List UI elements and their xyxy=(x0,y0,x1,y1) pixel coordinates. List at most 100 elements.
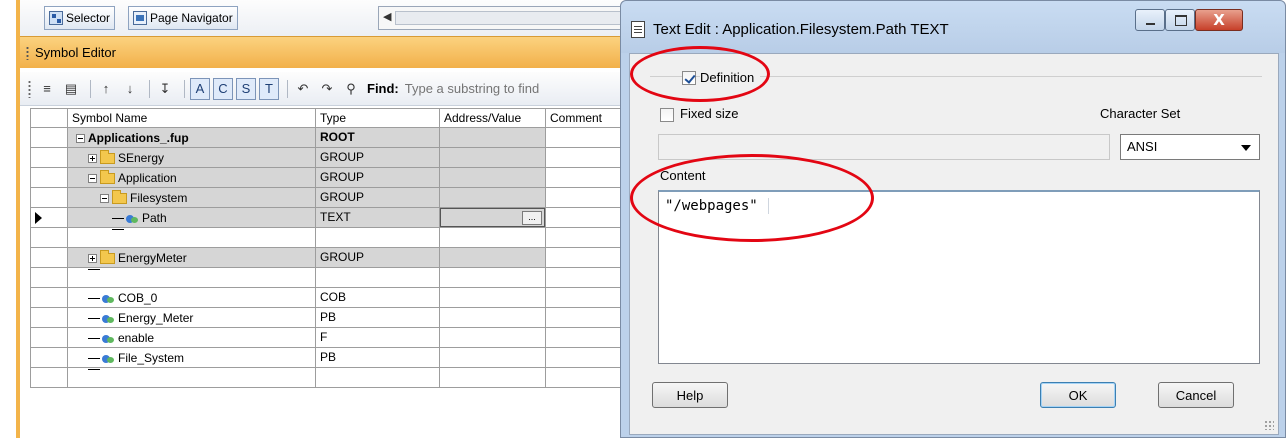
column-header-type[interactable]: Type xyxy=(316,108,440,128)
row-header[interactable] xyxy=(30,208,68,228)
row-header[interactable] xyxy=(30,368,68,388)
collapse-icon[interactable] xyxy=(88,174,97,183)
maximize-button[interactable] xyxy=(1165,9,1195,31)
cell-name[interactable]: EnergyMeter xyxy=(68,248,316,268)
toolbar-grip-icon[interactable] xyxy=(28,79,31,98)
cell-name[interactable] xyxy=(68,368,316,388)
scroll-thumb[interactable] xyxy=(395,11,635,25)
cell-name[interactable]: Applications_.fup xyxy=(68,128,316,148)
tree-connector xyxy=(88,269,100,270)
content-textarea[interactable]: "/webpages" xyxy=(658,190,1260,364)
cell-type[interactable]: COB xyxy=(316,288,440,308)
cell-name[interactable] xyxy=(68,228,316,248)
cell-type[interactable] xyxy=(316,228,440,248)
help-button[interactable]: Help xyxy=(652,382,728,408)
row-header[interactable] xyxy=(30,248,68,268)
cell-type[interactable]: PB xyxy=(316,348,440,368)
row-header[interactable] xyxy=(30,348,68,368)
cell-address[interactable] xyxy=(440,268,546,288)
symbol-icon xyxy=(102,314,114,324)
cell-name[interactable]: SEnergy xyxy=(68,148,316,168)
cell-type[interactable]: GROUP xyxy=(316,188,440,208)
redo-icon[interactable]: ↷ xyxy=(317,78,337,100)
row-header[interactable] xyxy=(30,148,68,168)
cell-address[interactable] xyxy=(440,228,546,248)
cell-name[interactable]: Filesystem xyxy=(68,188,316,208)
collapse-icon[interactable] xyxy=(76,134,85,143)
tab-page-navigator[interactable]: Page Navigator xyxy=(128,6,238,30)
cell-type[interactable]: TEXT xyxy=(316,208,440,228)
address-editor[interactable]: ... xyxy=(440,208,545,227)
cell-address[interactable] xyxy=(440,128,546,148)
cell-name[interactable]: File_System xyxy=(68,348,316,368)
cell-name[interactable] xyxy=(68,268,316,288)
cell-name[interactable]: Application xyxy=(68,168,316,188)
horizontal-scrollbar[interactable]: ◀ xyxy=(378,6,640,30)
expand-icon[interactable] xyxy=(88,154,97,163)
cell-address[interactable] xyxy=(440,168,546,188)
ok-button[interactable]: OK xyxy=(1040,382,1116,408)
content-value[interactable]: "/webpages" xyxy=(665,198,769,214)
cell-name[interactable]: COB_0 xyxy=(68,288,316,308)
row-header[interactable] xyxy=(30,168,68,188)
row-header[interactable] xyxy=(30,268,68,288)
move-down-icon[interactable]: ↓ xyxy=(120,78,140,100)
toggle-c-button[interactable]: C xyxy=(213,77,233,100)
ellipsis-button[interactable]: ... xyxy=(522,211,542,225)
column-header-name[interactable]: Symbol Name xyxy=(68,108,316,128)
charset-select[interactable]: ANSI xyxy=(1120,134,1260,160)
chevron-down-icon[interactable] xyxy=(1241,145,1251,151)
undo-icon[interactable]: ↶ xyxy=(293,78,313,100)
row-header[interactable] xyxy=(30,188,68,208)
row-header[interactable] xyxy=(30,288,68,308)
close-button[interactable]: X xyxy=(1195,9,1243,31)
column-header-address[interactable]: Address/Value xyxy=(440,108,546,128)
cancel-button[interactable]: Cancel xyxy=(1158,382,1234,408)
expand-all-icon[interactable]: ≡ xyxy=(37,78,57,100)
cell-type[interactable]: PB xyxy=(316,308,440,328)
cell-address[interactable] xyxy=(440,248,546,268)
row-header[interactable] xyxy=(30,328,68,348)
sort-icon[interactable]: ↧ xyxy=(155,78,175,100)
cell-name[interactable]: enable xyxy=(68,328,316,348)
resize-grip-icon[interactable] xyxy=(1264,420,1274,430)
fixed-size-checkbox[interactable] xyxy=(660,108,674,122)
cell-type[interactable]: ROOT xyxy=(316,128,440,148)
dialog-title-bar[interactable]: Text Edit : Application.Filesystem.Path … xyxy=(621,1,1285,53)
find-input[interactable] xyxy=(404,81,565,96)
tab-selector[interactable]: Selector xyxy=(44,6,116,30)
cell-type[interactable]: GROUP xyxy=(316,248,440,268)
scroll-left-icon[interactable]: ◀ xyxy=(383,10,391,23)
toggle-s-button[interactable]: S xyxy=(236,77,256,100)
cell-address[interactable] xyxy=(440,288,546,308)
expand-icon[interactable] xyxy=(88,254,97,263)
cell-address[interactable] xyxy=(440,188,546,208)
cell-type[interactable] xyxy=(316,268,440,288)
move-up-icon[interactable]: ↑ xyxy=(96,78,116,100)
symbol-name: COB_0 xyxy=(118,291,158,305)
cell-type[interactable] xyxy=(316,368,440,388)
row-header[interactable] xyxy=(30,128,68,148)
cell-name[interactable]: Energy_Meter xyxy=(68,308,316,328)
row-header[interactable] xyxy=(30,308,68,328)
cell-name[interactable]: Path xyxy=(68,208,316,228)
cell-type[interactable]: F xyxy=(316,328,440,348)
collapse-all-icon[interactable]: ▤ xyxy=(61,78,81,100)
toggle-t-button[interactable]: T xyxy=(259,77,279,100)
cell-address[interactable] xyxy=(440,368,546,388)
tree-node: EnergyMeter xyxy=(88,249,187,267)
cell-address[interactable] xyxy=(440,328,546,348)
cell-type[interactable]: GROUP xyxy=(316,148,440,168)
collapse-icon[interactable] xyxy=(100,194,109,203)
minimize-button[interactable] xyxy=(1135,9,1165,31)
cell-type[interactable]: GROUP xyxy=(316,168,440,188)
cell-address[interactable] xyxy=(440,308,546,328)
cell-address[interactable] xyxy=(440,148,546,168)
cell-address[interactable] xyxy=(440,348,546,368)
toggle-a-button[interactable]: A xyxy=(190,77,210,100)
cell-address[interactable]: ... xyxy=(440,208,546,228)
row-header[interactable] xyxy=(30,228,68,248)
panel-grip-icon[interactable] xyxy=(26,45,29,60)
definition-checkbox[interactable] xyxy=(682,71,696,85)
charset-value: ANSI xyxy=(1127,139,1158,154)
